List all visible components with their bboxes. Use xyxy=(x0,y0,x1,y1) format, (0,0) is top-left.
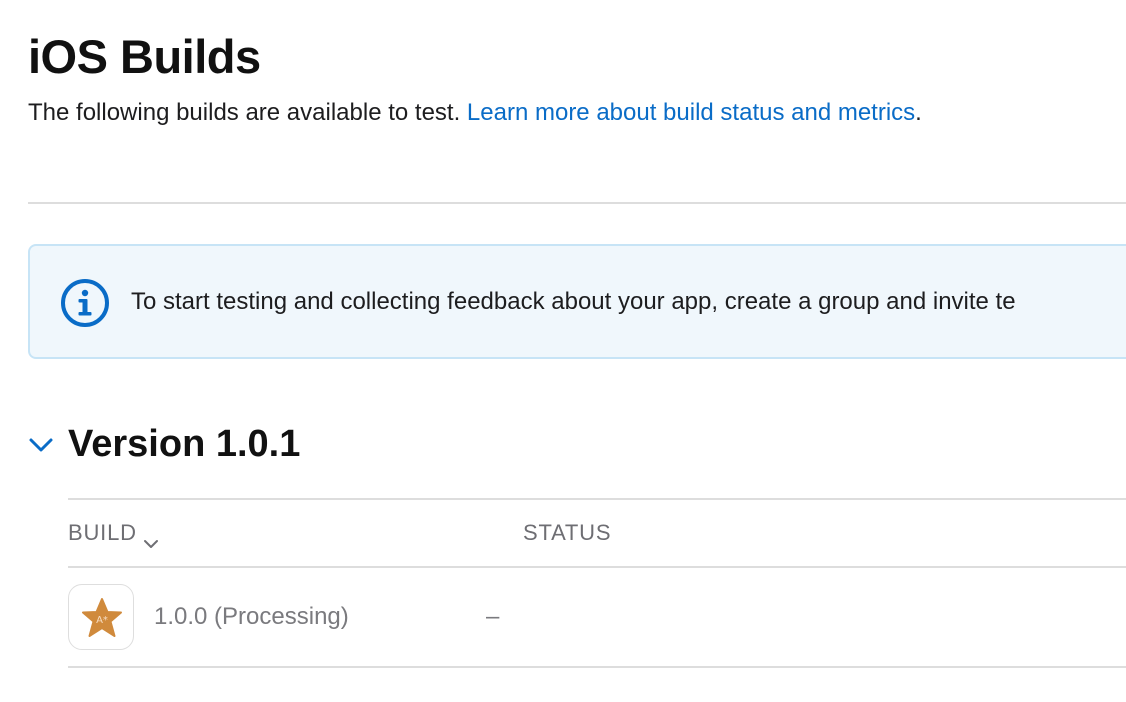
app-star-icon: A* xyxy=(68,584,134,650)
info-banner-text: To start testing and collecting feedback… xyxy=(131,288,1016,315)
version-title: Version 1.0.1 xyxy=(68,423,301,465)
build-number-link[interactable]: 1.0.0 (Processing) xyxy=(154,602,349,632)
status-column-header: STATUS xyxy=(523,520,612,545)
intro-period: . xyxy=(915,99,922,126)
table-header-divider xyxy=(68,566,1126,568)
info-banner: To start testing and collecting feedback… xyxy=(28,244,1126,359)
intro-text: The following builds are available to te… xyxy=(28,99,461,126)
learn-more-link[interactable]: Learn more about build status and metric… xyxy=(467,99,915,126)
table-top-divider xyxy=(68,498,1126,500)
page-content: iOS Builds The following builds are avai… xyxy=(28,0,1126,702)
build-status: – xyxy=(486,603,500,630)
info-circle-icon xyxy=(60,278,110,328)
build-column-label: BUILD xyxy=(68,520,137,545)
svg-text:A*: A* xyxy=(96,615,108,626)
header-divider xyxy=(28,202,1126,204)
sort-chevron-icon xyxy=(143,528,159,548)
build-column-header[interactable]: BUILD xyxy=(68,519,159,548)
table-bottom-divider xyxy=(68,666,1126,668)
page-title: iOS Builds xyxy=(28,30,261,83)
chevron-down-icon[interactable] xyxy=(28,432,54,458)
intro-paragraph: The following builds are available to te… xyxy=(28,97,922,129)
